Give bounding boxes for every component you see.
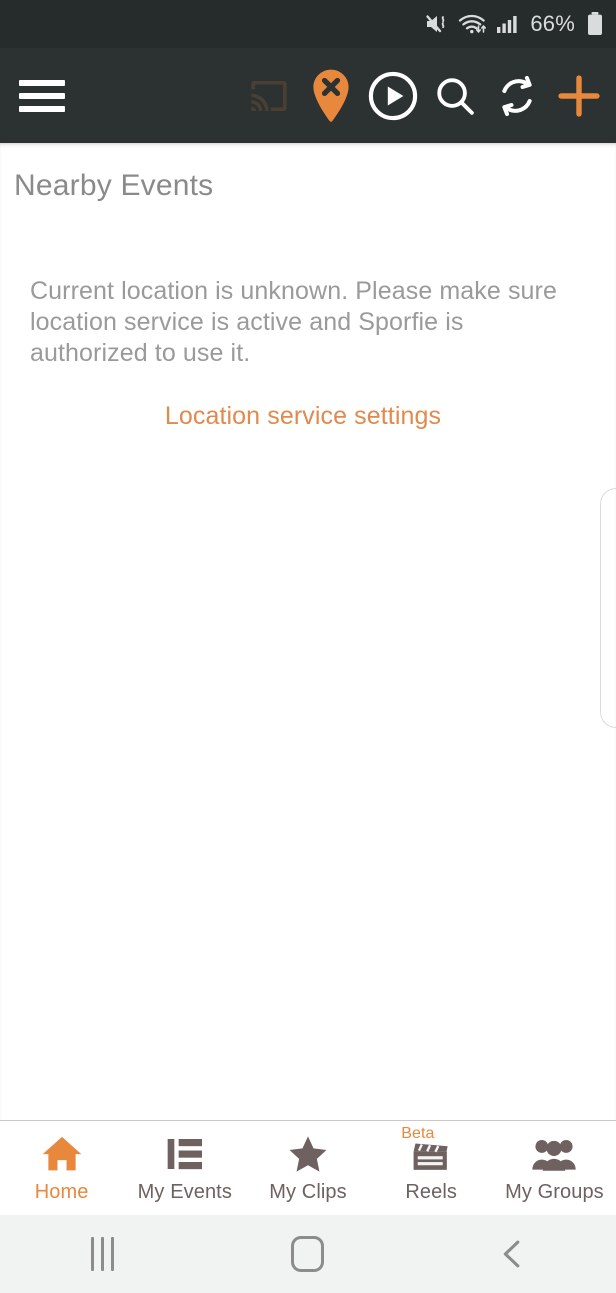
tab-label-my-clips: My Clips (269, 1181, 347, 1203)
tab-reels[interactable]: Beta Reels (370, 1121, 493, 1216)
app-screen: 66% Nearby Events Current location is un… (0, 0, 616, 1293)
tab-home[interactable]: Home (0, 1121, 123, 1216)
tab-my-clips[interactable]: My Clips (246, 1121, 369, 1216)
hamburger-menu-icon[interactable] (19, 79, 65, 112)
battery-icon (586, 11, 604, 37)
main-content: Nearby Events Current location is unknow… (0, 143, 616, 1120)
cast-icon[interactable] (238, 65, 300, 127)
back-chevron-icon (504, 1240, 520, 1268)
location-unknown-message: Current location is unknown. Please make… (30, 277, 557, 367)
play-icon[interactable] (362, 65, 424, 127)
tab-label-my-events: My Events (137, 1181, 232, 1203)
status-bar: 66% (0, 0, 616, 48)
list-icon (165, 1134, 205, 1174)
tab-my-groups[interactable]: My Groups (493, 1121, 616, 1216)
cellular-signal-icon (496, 12, 520, 36)
wifi-icon (458, 12, 488, 36)
android-nav-bar (0, 1215, 616, 1293)
home-square-icon (291, 1236, 325, 1272)
home-icon (40, 1134, 84, 1174)
app-toolbar (0, 48, 616, 143)
refresh-icon[interactable] (486, 65, 548, 127)
bottom-tab-bar: Home My Events My Clips Beta Reels My Gr… (0, 1120, 616, 1215)
tab-label-my-groups: My Groups (505, 1181, 604, 1203)
empty-state-block: Current location is unknown. Please make… (0, 276, 616, 431)
plus-icon[interactable] (548, 65, 610, 127)
star-icon (286, 1134, 330, 1174)
tab-my-events[interactable]: My Events (123, 1121, 246, 1216)
tab-label-reels: Reels (405, 1181, 458, 1203)
mute-vibrate-icon (424, 12, 450, 36)
search-icon[interactable] (424, 65, 486, 127)
location-pin-off-icon[interactable] (300, 65, 362, 127)
nav-back-button[interactable] (411, 1215, 616, 1293)
people-icon (531, 1134, 577, 1174)
nav-home-button[interactable] (205, 1215, 410, 1293)
edge-panel-handle[interactable] (600, 488, 616, 728)
page-title: Nearby Events (14, 169, 214, 202)
battery-percent-label: 66% (530, 11, 575, 36)
link-row: Location service settings (30, 402, 586, 431)
recents-icon (91, 1237, 115, 1271)
toolbar-actions (238, 65, 610, 127)
nav-recents-button[interactable] (0, 1215, 205, 1293)
tab-label-home: Home (34, 1181, 89, 1203)
location-service-settings-link[interactable]: Location service settings (165, 402, 441, 430)
beta-badge: Beta (401, 1125, 435, 1142)
